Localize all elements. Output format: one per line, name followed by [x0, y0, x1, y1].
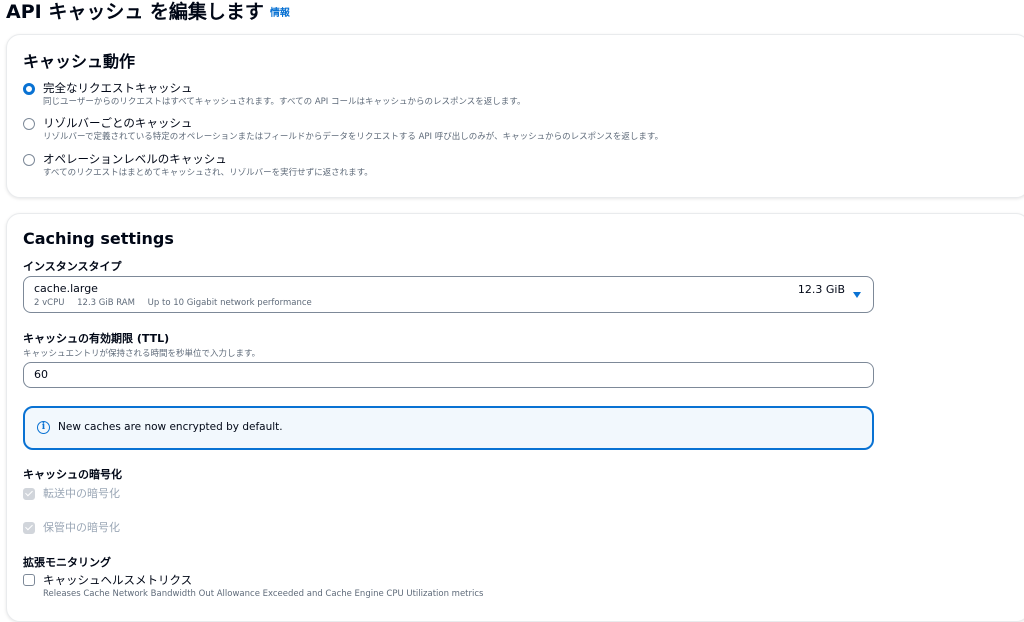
page-title: API キャッシュ を編集します 情報	[6, 0, 290, 26]
encryption-info-alert: i New caches are now encrypted by defaul…	[23, 406, 874, 450]
encryption-label: キャッシュの暗号化	[23, 468, 122, 481]
instance-type-select[interactable]: cache.large 2 vCPU 12.3 GiB RAM Up to 10…	[23, 276, 874, 313]
checkbox-in-transit-encryption: 転送中の暗号化	[23, 486, 120, 502]
spec-vcpu: 2 vCPU	[34, 298, 65, 308]
caret-down-icon[interactable]	[853, 292, 861, 298]
radio-button[interactable]	[23, 154, 35, 166]
radio-option-per-resolver-cache[interactable]: リゾルバーごとのキャッシュ リゾルバーで定義されている特定のオペレーションまたは…	[23, 115, 663, 143]
ttl-description: キャッシュエントリが保持される時間を秒単位で入力します。	[23, 349, 261, 359]
monitoring-label: 拡張モニタリング	[23, 556, 111, 569]
checkbox-disabled-checked	[23, 522, 35, 534]
radio-button-selected[interactable]	[23, 83, 35, 95]
spec-network: Up to 10 Gigabit network performance	[147, 298, 312, 308]
checkbox-disabled-checked	[23, 488, 35, 500]
checkbox-at-rest-encryption: 保管中の暗号化	[23, 520, 120, 536]
checkbox-description: Releases Cache Network Bandwidth Out All…	[43, 589, 484, 599]
instance-type-size: 12.3 GiB	[797, 283, 845, 296]
radio-description: すべてのリクエストはまとめてキャッシュされ、リゾルバーを実行せずに返されます。	[43, 168, 373, 178]
checkbox-label: 保管中の暗号化	[43, 521, 120, 534]
cache-behavior-title: キャッシュ動作	[23, 52, 136, 71]
ttl-input[interactable]: 60	[23, 362, 874, 388]
instance-type-label: インスタンスタイプ	[23, 260, 122, 273]
page-title-text: API キャッシュ を編集します	[6, 1, 264, 23]
radio-option-full-request-cache[interactable]: 完全なリクエストキャッシュ 同じユーザーからのリクエストはすべてキャッシュされま…	[23, 80, 525, 108]
spec-ram: 12.3 GiB RAM	[77, 298, 135, 308]
radio-option-operation-level-cache[interactable]: オペレーションレベルのキャッシュ すべてのリクエストはまとめてキャッシュされ、リ…	[23, 151, 373, 179]
checkbox-label: キャッシュヘルスメトリクス	[43, 573, 193, 587]
checkbox[interactable]	[23, 574, 35, 586]
info-link[interactable]: 情報	[270, 8, 290, 19]
info-icon: i	[37, 421, 50, 434]
cache-behavior-panel: キャッシュ動作 完全なリクエストキャッシュ 同じユーザーからのリクエストはすべて…	[6, 34, 1024, 198]
checkbox-label: 転送中の暗号化	[43, 487, 120, 500]
instance-type-name: cache.large	[34, 282, 98, 295]
instance-type-specs: 2 vCPU 12.3 GiB RAM Up to 10 Gigabit net…	[34, 298, 322, 308]
alert-text: New caches are now encrypted by default.	[58, 421, 283, 433]
radio-label: オペレーションレベルのキャッシュ	[43, 152, 227, 166]
radio-label: リゾルバーごとのキャッシュ	[43, 116, 193, 130]
caching-settings-title: Caching settings	[23, 229, 174, 248]
ttl-label: キャッシュの有効期限 (TTL)	[23, 332, 170, 345]
radio-description: リゾルバーで定義されている特定のオペレーションまたはフィールドからデータをリクエ…	[43, 132, 664, 142]
checkbox-cache-health-metrics[interactable]: キャッシュヘルスメトリクス Releases Cache Network Ban…	[23, 572, 483, 600]
radio-label: 完全なリクエストキャッシュ	[43, 81, 193, 95]
radio-description: 同じユーザーからのリクエストはすべてキャッシュされます。すべての API コール…	[43, 97, 526, 107]
radio-button[interactable]	[23, 118, 35, 130]
caching-settings-panel: Caching settings インスタンスタイプ cache.large 2…	[6, 213, 1024, 622]
